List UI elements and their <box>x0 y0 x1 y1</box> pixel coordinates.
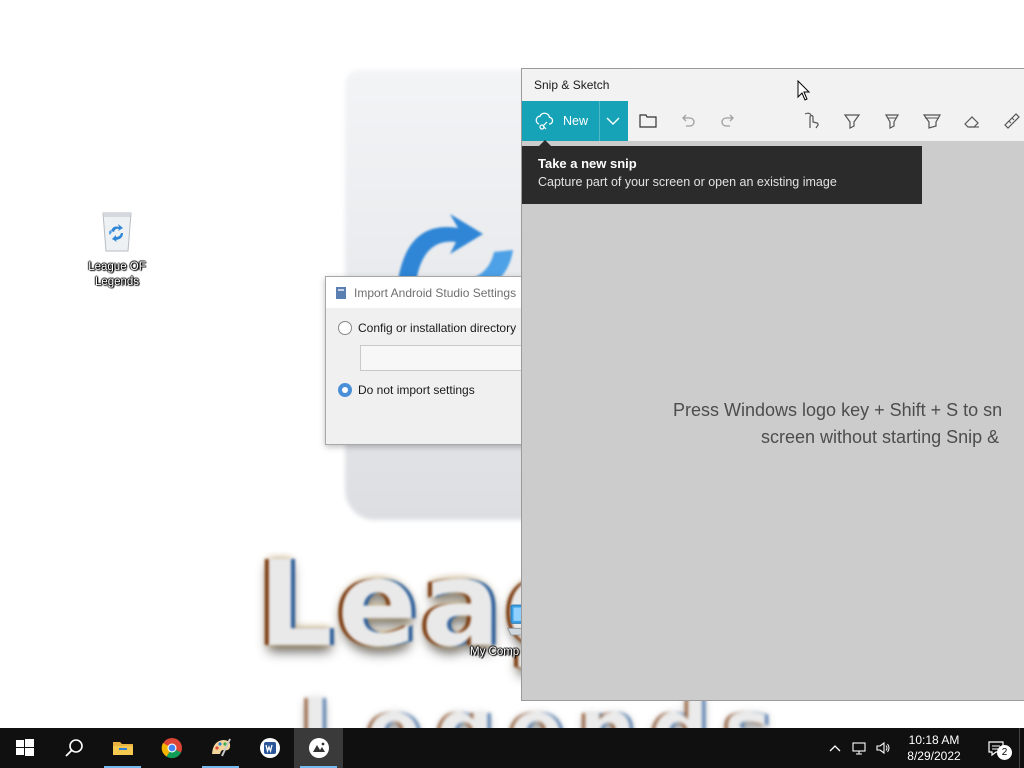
option-do-not-import-label: Do not import settings <box>358 383 475 397</box>
ruler-icon[interactable] <box>1002 111 1022 131</box>
taskbar-chrome[interactable] <box>147 728 196 768</box>
taskbar-snip-sketch[interactable] <box>294 728 343 768</box>
tray-volume[interactable] <box>871 728 895 768</box>
radio-do-not-import[interactable] <box>338 383 352 397</box>
import-settings-dialog: Import Android Studio Settings Config or… <box>325 276 536 445</box>
word-app-icon <box>259 738 280 758</box>
desktop-icon-label: League OF Legends <box>88 261 146 288</box>
pencil-icon[interactable] <box>882 111 902 131</box>
eraser-icon[interactable] <box>962 111 982 131</box>
config-path-input[interactable] <box>360 345 536 371</box>
highlighter-icon[interactable] <box>922 111 942 131</box>
snip-sketch-window: Snip & Sketch New Take a new snip Captur… <box>521 68 1024 701</box>
mouse-cursor-icon <box>797 80 811 101</box>
redo-icon[interactable] <box>718 111 738 131</box>
chevron-up-icon <box>829 745 841 752</box>
paint-app-icon <box>211 738 231 757</box>
show-desktop-button[interactable] <box>1019 728 1024 768</box>
ballpoint-pen-icon[interactable] <box>842 111 862 131</box>
undo-icon[interactable] <box>678 111 698 131</box>
option-config-directory[interactable]: Config or installation directory <box>338 321 516 335</box>
snip-hint-text: Press Windows logo key + Shift + S to sn… <box>622 397 1024 451</box>
taskbar-file-explorer[interactable] <box>98 728 147 768</box>
tray-network[interactable] <box>847 728 871 768</box>
clock-time: 10:18 AM <box>908 733 960 747</box>
search-button[interactable] <box>49 728 98 768</box>
new-button-label: New <box>563 114 589 128</box>
file-explorer-icon <box>112 742 133 755</box>
start-icon <box>15 739 34 756</box>
taskbar: 10:18 AM 8/29/2022 2 <box>0 728 1024 768</box>
snip-toolbar: New <box>522 101 1024 141</box>
option-do-not-import[interactable]: Do not import settings <box>338 383 475 397</box>
taskbar-clock[interactable]: 10:18 AM 8/29/2022 <box>895 732 973 764</box>
window-title: Snip & Sketch <box>534 78 610 92</box>
dialog-title: Import Android Studio Settings <box>354 285 517 300</box>
chrome-icon <box>161 738 182 759</box>
notification-count-badge: 2 <box>997 745 1012 760</box>
open-file-icon[interactable] <box>638 111 658 131</box>
snip-sketch-icon <box>308 738 329 758</box>
taskbar-paint[interactable] <box>196 728 245 768</box>
system-tray: 10:18 AM 8/29/2022 2 <box>823 728 1024 768</box>
hint-line-2: screen without starting Snip & <box>761 427 1000 447</box>
start-button[interactable] <box>0 728 49 768</box>
tooltip-title: Take a new snip <box>538 156 637 171</box>
volume-icon <box>876 741 890 755</box>
clock-date: 8/29/2022 <box>907 749 961 763</box>
snip-titlebar[interactable]: Snip & Sketch <box>522 69 1024 101</box>
new-button-separator <box>599 101 600 141</box>
chevron-down-icon[interactable] <box>604 112 622 130</box>
radio-config-directory[interactable] <box>338 321 352 335</box>
new-snip-tooltip: Take a new snip Capture part of your scr… <box>522 140 922 204</box>
taskbar-word[interactable] <box>245 728 294 768</box>
dialog-titlebar[interactable]: Import Android Studio Settings <box>326 277 534 308</box>
tray-overflow-button[interactable] <box>823 728 847 768</box>
action-center-button[interactable]: 2 <box>973 728 1019 768</box>
desktop-icon-league-of-legends[interactable]: League OF Legends <box>79 207 155 290</box>
network-icon <box>852 742 866 755</box>
hint-line-1: Press Windows logo key + Shift + S to sn <box>673 400 1003 420</box>
new-snip-icon <box>535 112 554 130</box>
touch-writing-icon[interactable] <box>802 111 822 131</box>
android-studio-icon <box>336 286 346 299</box>
search-icon <box>64 739 83 757</box>
recycle-bin-icon <box>102 212 132 252</box>
tooltip-arrow <box>539 140 551 146</box>
option-config-label: Config or installation directory <box>358 321 517 335</box>
new-snip-button[interactable]: New <box>522 101 628 141</box>
tooltip-description: Capture part of your screen or open an e… <box>538 175 837 189</box>
